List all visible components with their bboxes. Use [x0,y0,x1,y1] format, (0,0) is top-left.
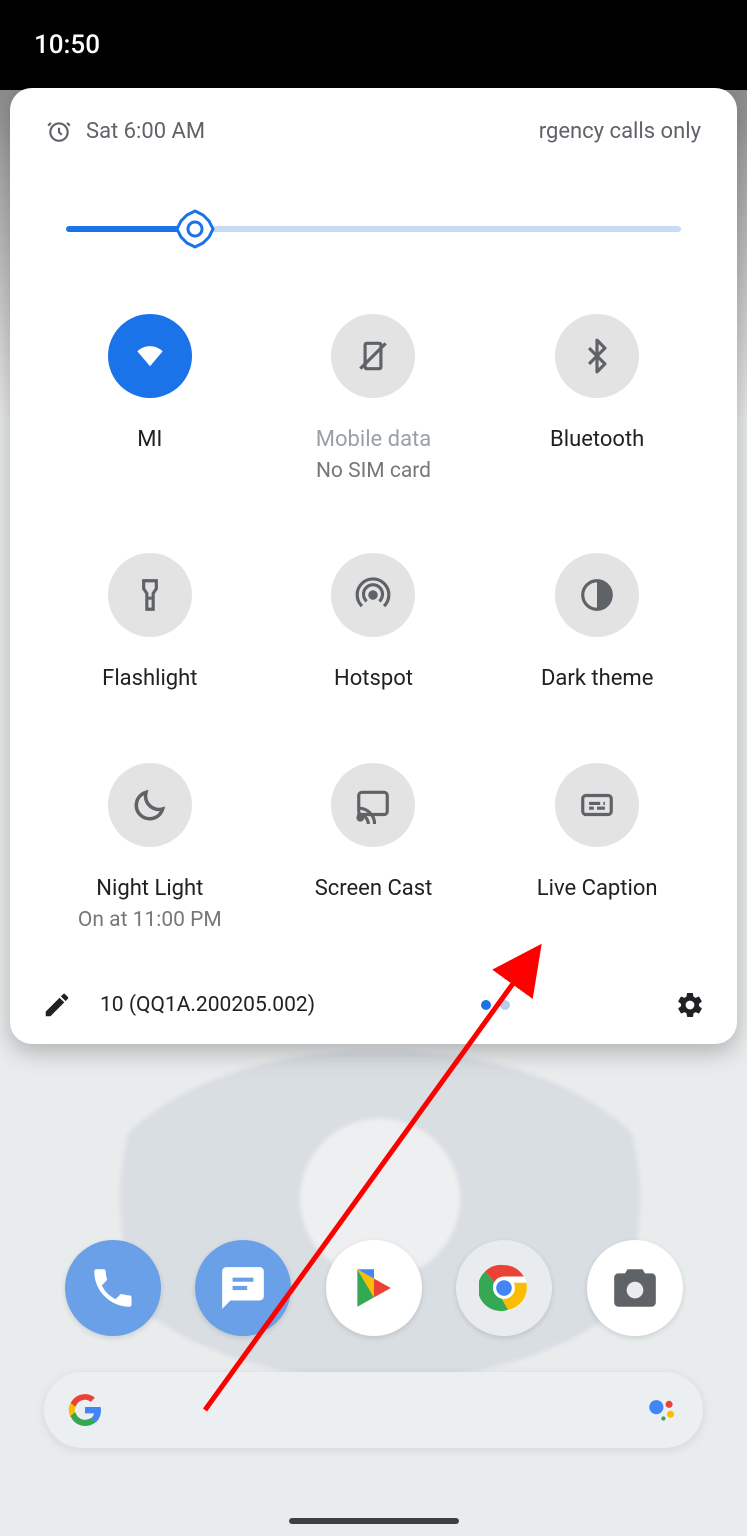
dock-app-play[interactable] [326,1240,422,1336]
statusbar-time: 10:50 [34,30,100,60]
quick-settings-panel: Sat 6:00 AM rgency calls only MI Mobile d… [10,88,737,1044]
alarm-text[interactable]: Sat 6:00 AM [86,119,205,144]
dark-theme-icon [555,553,639,637]
qs-tile-label: MI [137,426,162,455]
screen-cast-icon [331,763,415,847]
qs-tile-sublabel: No SIM card [316,459,431,483]
assistant-icon[interactable] [645,1393,679,1427]
flashlight-icon [108,553,192,637]
build-text: 10 (QQ1A.200205.002) [100,993,315,1017]
google-g-icon [68,1393,102,1427]
dock-app-messages[interactable] [195,1240,291,1336]
qs-tile-bluetooth[interactable]: Bluetooth [485,314,709,483]
dock-app-chrome[interactable] [456,1240,552,1336]
mobile-data-icon [331,314,415,398]
gesture-nav-bar[interactable] [289,1518,459,1524]
qs-tile-label: Bluetooth [550,426,644,455]
qs-tile-sublabel: On at 11:00 PM [78,908,222,932]
google-search-bar[interactable] [44,1372,703,1448]
qs-tiles-grid: MI Mobile data No SIM card Bluetooth Flashli… [38,314,709,932]
qs-footer: 10 (QQ1A.200205.002) [10,972,737,1026]
qs-header: Sat 6:00 AM rgency calls only [10,88,737,154]
qs-tile-label: Night Light [96,875,203,904]
qs-tile-label: Hotspot [334,665,413,694]
wifi-icon [108,314,192,398]
dock-app-phone[interactable] [65,1240,161,1336]
qs-tile-dark-theme[interactable]: Dark theme [485,553,709,694]
status-bar: 10:50 [0,0,747,90]
qs-tile-night-light[interactable]: Night Light On at 11:00 PM [38,763,262,932]
network-status-text: rgency calls only [539,119,701,144]
home-dock [0,1240,747,1336]
page-dot [481,1000,491,1010]
qs-tile-hotspot[interactable]: Hotspot [262,553,486,694]
alarm-clock-icon [46,118,72,144]
qs-tile-flashlight[interactable]: Flashlight [38,553,262,694]
edit-tiles-button[interactable] [42,990,72,1020]
qs-tile-label: Dark theme [541,665,653,694]
brightness-thumb-icon[interactable] [175,209,215,249]
live-caption-icon [555,763,639,847]
qs-tile-wifi[interactable]: MI [38,314,262,483]
qs-tile-live-caption[interactable]: Live Caption [485,763,709,932]
settings-button[interactable] [675,990,705,1020]
hotspot-icon [331,553,415,637]
page-dot [500,1000,510,1010]
night-light-icon [108,763,192,847]
brightness-slider[interactable] [66,204,681,254]
qs-tile-label: Mobile data [316,426,431,455]
qs-tile-mobile-data[interactable]: Mobile data No SIM card [262,314,486,483]
dock-app-camera[interactable] [587,1240,683,1336]
qs-tile-label: Screen Cast [315,875,433,904]
bluetooth-icon [555,314,639,398]
qs-tile-label: Live Caption [537,875,658,904]
qs-tile-label: Flashlight [102,665,197,694]
qs-page-indicator[interactable] [481,1000,510,1010]
qs-tile-screen-cast[interactable]: Screen Cast [262,763,486,932]
